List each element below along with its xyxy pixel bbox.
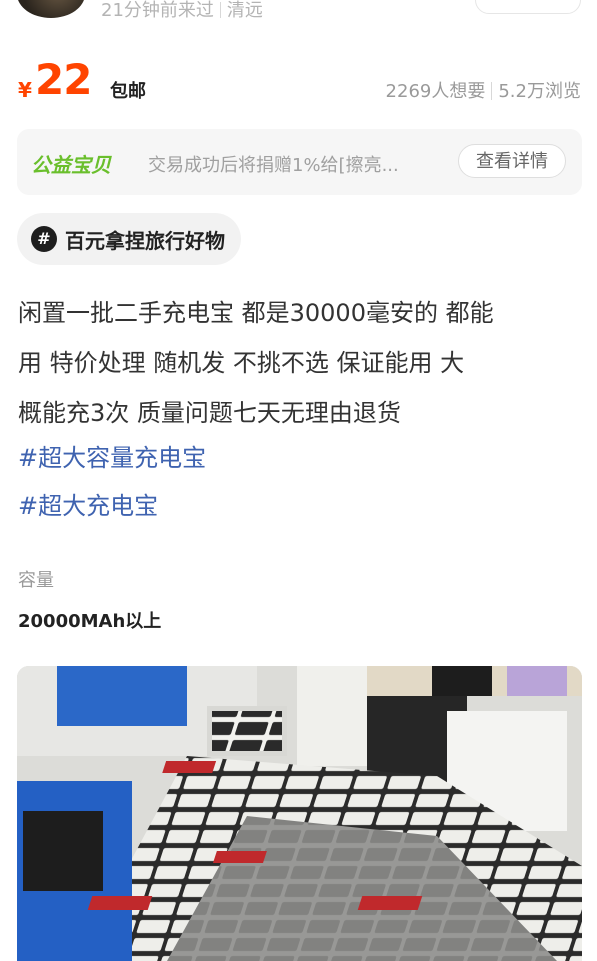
- price-row: ¥ 22 包邮 2269人想要 5.2万浏览: [0, 55, 597, 105]
- seller-meta: 21分钟前来过 清远: [101, 0, 263, 22]
- seller-location: 清远: [226, 0, 263, 21]
- want-count: 2269人想要: [385, 81, 486, 102]
- listing-stats: 2269人想要 5.2万浏览: [386, 77, 581, 103]
- charity-tag: 公益宝贝: [31, 153, 111, 177]
- price: 22: [35, 55, 92, 104]
- hashtag-icon: #: [31, 226, 57, 252]
- charity-text: 交易成功后将捐赠1%给[擦亮...: [148, 155, 399, 176]
- last-seen-text: 21分钟前来过: [101, 0, 214, 21]
- description-line: 闲置一批二手充电宝 都是30000毫安的 都能: [18, 299, 494, 327]
- power-banks-photo-icon: [17, 666, 582, 961]
- topic-chip[interactable]: # 百元拿捏旅行好物: [17, 213, 241, 265]
- topic-label: 百元拿捏旅行好物: [65, 228, 225, 253]
- capacity-label: 容量: [18, 570, 54, 591]
- follow-button[interactable]: [475, 0, 581, 14]
- shipping-label: 包邮: [110, 81, 146, 102]
- currency-symbol: ¥: [18, 78, 32, 102]
- item-description: 闲置一批二手充电宝 都是30000毫安的 都能 用 特价处理 随机发 不挑不选 …: [18, 288, 582, 438]
- divider: [219, 2, 221, 18]
- description-line: 概能充3次 质量问题七天无理由退货: [18, 399, 401, 427]
- hashtag-link[interactable]: #超大容量充电宝: [18, 438, 206, 473]
- charity-banner[interactable]: 公益宝贝 交易成功后将捐赠1%给[擦亮... 查看详情: [17, 129, 582, 195]
- view-details-button[interactable]: 查看详情: [458, 144, 566, 178]
- hashtag-link[interactable]: #超大充电宝: [18, 486, 158, 521]
- product-photo[interactable]: [17, 666, 582, 961]
- capacity-value: 20000MAh以上: [18, 611, 162, 632]
- view-count: 5.2万浏览: [498, 81, 581, 102]
- seller-avatar[interactable]: [17, 0, 85, 18]
- description-line: 用 特价处理 随机发 不挑不选 保证能用 大: [18, 349, 465, 377]
- seller-row: 21分钟前来过 清远: [0, 0, 597, 30]
- divider: [491, 82, 493, 100]
